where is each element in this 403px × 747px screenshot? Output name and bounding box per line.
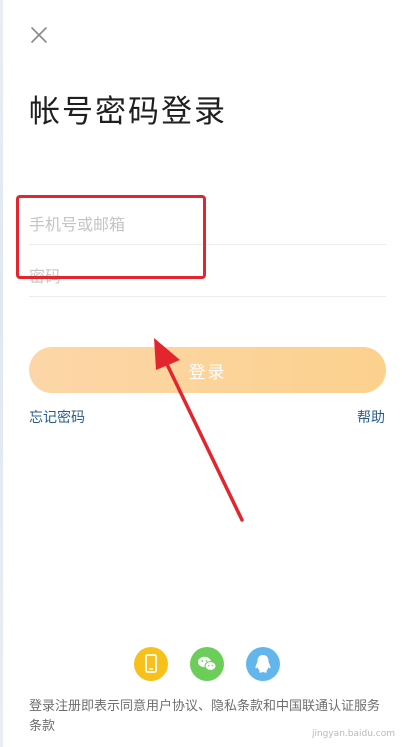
wechat-icon <box>198 656 217 671</box>
phone-icon <box>145 654 157 673</box>
watermark-text: jingyan.baidu.com <box>311 729 395 739</box>
wechat-login-button[interactable] <box>190 647 224 681</box>
close-button[interactable] <box>28 24 50 46</box>
login-button[interactable]: 登录 <box>29 347 386 393</box>
page-title: 帐号密码登录 <box>29 94 227 130</box>
qq-icon <box>255 655 271 673</box>
phone-email-input[interactable] <box>29 204 386 245</box>
login-page: 帐号密码登录 登录 忘记密码 帮助 登录注册即表示同意用户协议、隐私条款和中国联… <box>0 0 403 747</box>
help-link[interactable]: 帮助 <box>357 407 385 427</box>
password-input[interactable] <box>29 256 386 297</box>
close-icon <box>31 27 47 43</box>
phone-login-button[interactable] <box>134 647 168 681</box>
forgot-password-link[interactable]: 忘记密码 <box>29 407 85 427</box>
window-edge <box>0 0 3 747</box>
qq-login-button[interactable] <box>246 647 280 681</box>
